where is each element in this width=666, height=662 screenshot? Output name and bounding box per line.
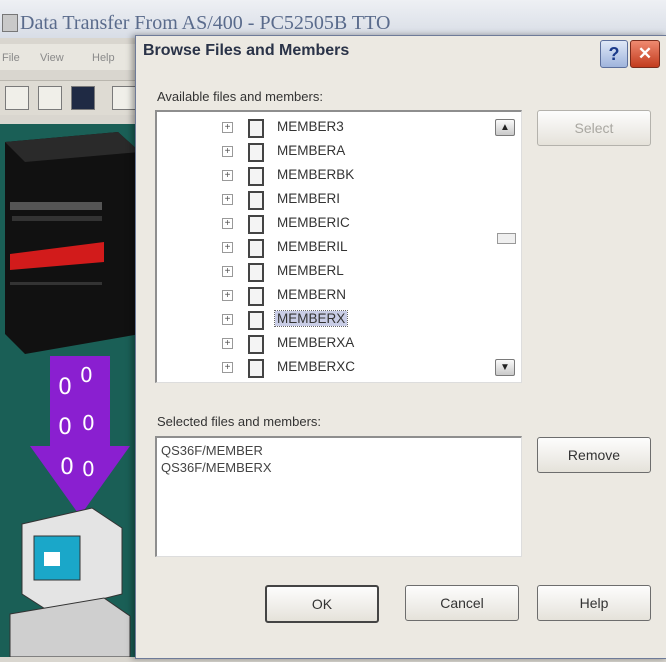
select-button[interactable]: Select (537, 110, 651, 146)
member-file-icon (248, 191, 264, 210)
ok-button[interactable]: OK (265, 585, 379, 623)
svg-text:0: 0 (60, 455, 74, 480)
tree-item-label: MEMBERIC (277, 215, 350, 230)
menu-file[interactable]: File (2, 52, 20, 64)
member-file-icon (248, 239, 264, 258)
scroll-up-icon[interactable]: ▲ (495, 119, 515, 136)
data-flow-arrow-icon: 0 0 0 0 0 0 (30, 356, 130, 516)
tree-item-label: MEMBERBK (277, 167, 355, 182)
svg-text:0: 0 (82, 411, 95, 435)
tree-item-label: MEMBERN (277, 287, 347, 302)
member-file-icon (248, 143, 264, 162)
scroll-thumb[interactable] (497, 233, 516, 244)
selected-list-item[interactable]: QS36F/MEMBER (161, 443, 263, 458)
member-file-icon (248, 311, 264, 330)
tree-item-label: MEMBERA (277, 143, 346, 158)
toolbar-open-folder-icon[interactable] (38, 86, 62, 110)
scroll-down-icon[interactable]: ▼ (495, 359, 515, 376)
tree-item-label: MEMBERXC (277, 359, 356, 374)
expand-plus-icon[interactable]: + (222, 290, 233, 301)
menu-help[interactable]: Help (92, 52, 115, 64)
selected-files-label: Selected files and members: (157, 414, 322, 429)
member-file-icon (248, 335, 264, 354)
tree-item-label: MEMBERXA (277, 335, 355, 350)
tree-item-label: MEMBERL (277, 263, 344, 278)
expand-plus-icon[interactable]: + (222, 170, 233, 181)
tree-item-label: MEMBERI (277, 191, 341, 206)
svg-text:0: 0 (58, 375, 72, 400)
svg-text:0: 0 (80, 363, 93, 387)
available-files-label: Available files and members: (157, 89, 323, 104)
member-file-icon (248, 359, 264, 378)
svg-text:0: 0 (82, 457, 95, 481)
transfer-illustration-panel: 0 0 0 0 0 0 (0, 124, 140, 658)
expand-plus-icon[interactable]: + (222, 362, 233, 373)
expand-plus-icon[interactable]: + (222, 314, 233, 325)
toolbar-run-icon[interactable] (112, 86, 136, 110)
member-file-icon (248, 167, 264, 186)
pc-computer-icon (9, 507, 131, 658)
help-button[interactable]: Help (537, 585, 651, 621)
svg-text:0: 0 (58, 415, 72, 440)
expand-plus-icon[interactable]: + (222, 194, 233, 205)
help-question-icon[interactable]: ? (600, 40, 628, 68)
dialog-title: Browse Files and Members (143, 42, 350, 59)
expand-plus-icon[interactable]: + (222, 242, 233, 253)
expand-plus-icon[interactable]: + (222, 338, 233, 349)
close-icon[interactable]: ✕ (630, 40, 660, 68)
member-file-icon (248, 263, 264, 282)
toolbar-new-icon[interactable] (5, 86, 29, 110)
tree-item-label: MEMBERIL (277, 239, 348, 254)
app-icon (2, 14, 18, 32)
expand-plus-icon[interactable]: + (222, 266, 233, 277)
selected-list-item[interactable]: QS36F/MEMBERX (161, 460, 272, 475)
cancel-button[interactable]: Cancel (405, 585, 519, 621)
expand-plus-icon[interactable]: + (222, 122, 233, 133)
tree-item-label: MEMBERX (273, 310, 349, 327)
member-file-icon (248, 287, 264, 306)
toolbar-save-icon[interactable] (71, 86, 95, 110)
background-window-title: Data Transfer From AS/400 - PC52505B TTO (20, 12, 391, 34)
expand-plus-icon[interactable]: + (222, 146, 233, 157)
expand-plus-icon[interactable]: + (222, 218, 233, 229)
background-menubar (0, 44, 140, 70)
available-list-scrollbar[interactable] (490, 114, 516, 376)
transfer-illustration: 0 0 0 0 0 0 (5, 132, 140, 658)
member-file-icon (248, 215, 264, 234)
menu-view[interactable]: View (40, 52, 64, 64)
tree-item-label: MEMBER3 (277, 119, 344, 134)
as400-server-icon (5, 132, 140, 354)
remove-button[interactable]: Remove (537, 437, 651, 473)
member-file-icon (248, 119, 264, 138)
